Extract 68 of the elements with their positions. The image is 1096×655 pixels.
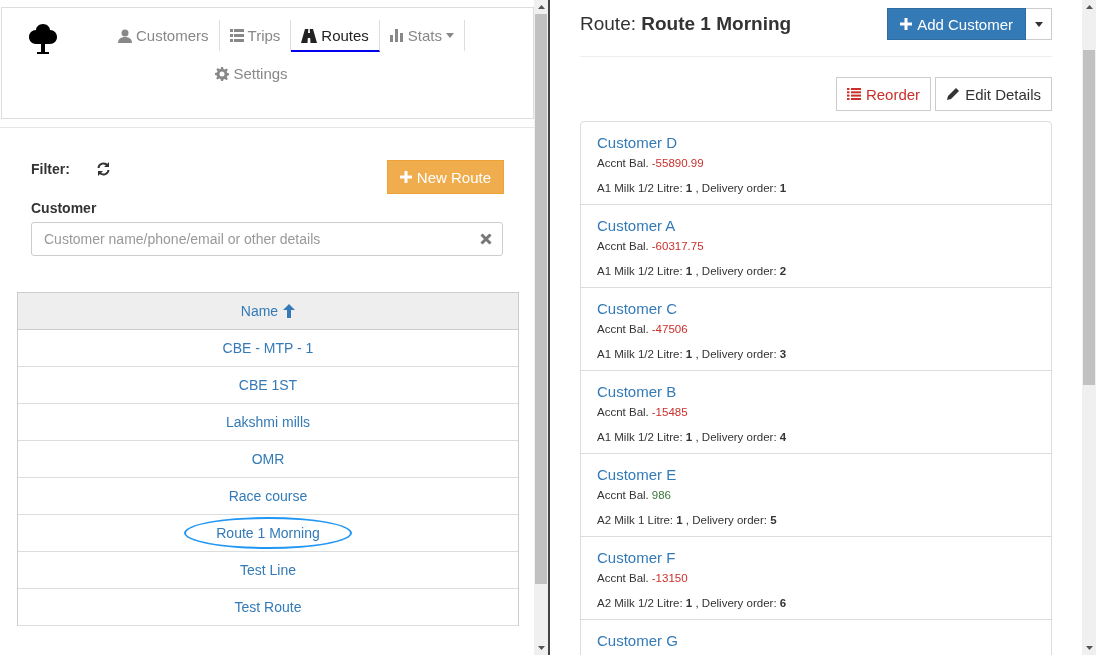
balance-label: Accnt Bal. [597,489,649,501]
refresh-icon[interactable] [95,162,111,176]
plus-icon [399,171,412,183]
balance-value: -55890.99 [651,157,704,169]
balance-label: Accnt Bal. [597,157,649,169]
nav-tab[interactable]: Trips [219,20,292,52]
customer-link[interactable]: Customer C [597,300,1035,317]
balance-value: -13150 [651,572,688,584]
list-icon [229,29,244,42]
dropdown-toggle[interactable] [1026,8,1052,40]
scrollbar[interactable] [1082,0,1096,655]
order-details: A1 Milk 1/2 Litre: 1 , Delivery order: 2 [597,265,788,277]
route-link[interactable]: CBE 1ST [206,369,330,401]
edit-details-button[interactable]: Edit Details [935,77,1052,111]
caret-icon [1034,21,1043,27]
balance-label: Accnt Bal. [597,323,649,335]
customer-link[interactable]: Customer A [597,217,1035,234]
caret-icon [446,33,455,38]
route-link[interactable]: Test Line [207,554,328,586]
customer-link[interactable]: Customer E [597,466,1035,483]
balance-label: Accnt Bal. [597,240,649,252]
route-title: Route: Route 1 Morning [580,13,792,35]
add-customer-button[interactable]: Add Customer [887,8,1026,40]
reorder-button[interactable]: Reorder [835,77,932,111]
customer-link[interactable]: Customer B [597,383,1035,400]
route-link[interactable]: Race course [196,480,340,512]
scroll-up-icon[interactable] [537,5,545,9]
balance-value: -60317.75 [651,240,704,252]
route-link[interactable]: Route 1 Morning [184,517,352,549]
balance-label: Accnt Bal. [597,572,649,584]
balance-label: Accnt Bal. [597,406,649,418]
search-field[interactable]: Customer name/phone/email or other details [31,222,503,256]
person-icon [118,28,132,43]
scrollbar[interactable] [534,0,548,655]
order-details: A2 Milk 1/2 Litre: 1 , Delivery order: 6 [597,597,788,609]
pencil-icon [946,87,961,101]
balance-value: 986 [651,489,671,501]
order-details: A1 Milk 1/2 Litre: 1 , Delivery order: 4 [597,431,788,443]
order-details: A1 Milk 1/2 Litre: 1 , Delivery order: 1 [597,182,788,194]
nav-tab[interactable]: Stats [379,20,466,52]
customer-link[interactable]: Customer F [597,549,1035,566]
field-label: Customer [31,200,98,216]
list-icon [846,88,861,100]
balance-value: -47506 [651,323,688,335]
customer-link[interactable]: Customer D [597,134,1035,151]
column-header[interactable]: Name [18,293,518,330]
nav-tab[interactable]: Customers [108,20,220,52]
route-link[interactable]: OMR [219,443,317,475]
order-details: A2 Milk 1 Litre: 1 , Delivery order: 5 [597,514,778,526]
filter-label: Filter: [31,161,70,177]
balance-value: -15485 [651,406,688,418]
bar-chart-icon [389,29,404,42]
order-details: A1 Milk 1/2 Litre: 1 , Delivery order: 3 [597,348,788,360]
nav-tab[interactable]: Settings [205,58,298,90]
customer-link[interactable]: Customer G [597,632,1035,649]
sort-up-icon [283,304,296,318]
road-icon [301,28,318,43]
tree-icon [26,22,60,56]
scroll-up-icon[interactable] [1085,5,1093,9]
route-link[interactable]: CBE - MTP - 1 [190,332,346,364]
nav-tab[interactable]: Routes [291,20,380,52]
route-link[interactable]: Lakshmi mills [194,406,342,438]
route-link[interactable]: Test Route [202,591,334,623]
scroll-down-icon[interactable] [1085,646,1093,650]
settings-icon [215,66,230,81]
clear-icon[interactable] [480,233,492,245]
scroll-down-icon[interactable] [537,646,545,650]
plus-icon [900,18,913,30]
